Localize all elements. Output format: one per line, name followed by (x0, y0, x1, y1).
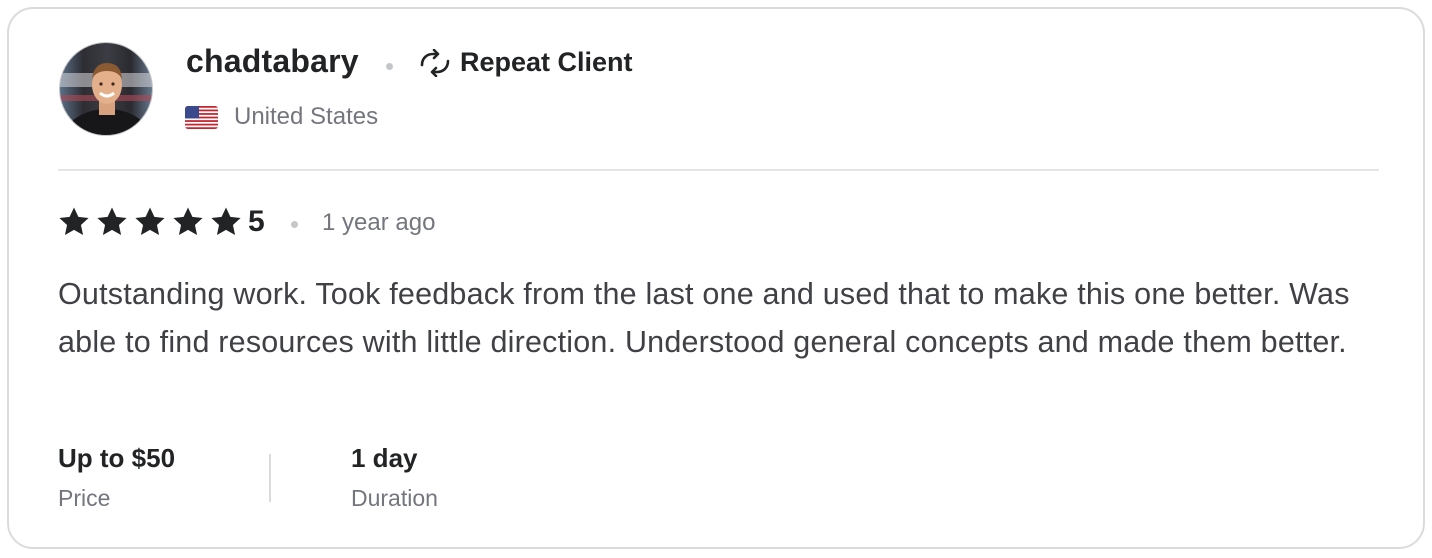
rating-value: 5 (248, 205, 265, 238)
review-text: Outstanding work. Took feedback from the… (58, 277, 1350, 359)
price-value: Up to $50 (58, 443, 176, 473)
avatar-image (60, 43, 152, 135)
star-icon (135, 207, 165, 236)
separator-dot (291, 221, 298, 228)
review-card: chadtabary Repeat Client United States 5… (7, 7, 1425, 549)
duration-value: 1 day (351, 443, 418, 473)
reviewer-country: United States (234, 103, 379, 130)
repeat-client-badge: Repeat Client (418, 47, 633, 78)
avatar[interactable] (59, 42, 153, 136)
us-flag-icon (185, 106, 218, 129)
review-time-ago: 1 year ago (322, 209, 436, 236)
star-icon (211, 207, 241, 236)
separator-dot (386, 63, 393, 70)
header-divider (58, 169, 1379, 171)
duration-label: Duration (351, 485, 438, 511)
repeat-client-label: Repeat Client (460, 47, 633, 77)
star-icon (97, 207, 127, 236)
repeat-icon (420, 48, 450, 77)
star-icon (59, 207, 89, 236)
reviewer-username[interactable]: chadtabary (186, 43, 359, 80)
star-icon (173, 207, 203, 236)
price-label: Price (58, 485, 111, 511)
meta-divider (269, 454, 271, 502)
star-rating (57, 205, 243, 239)
